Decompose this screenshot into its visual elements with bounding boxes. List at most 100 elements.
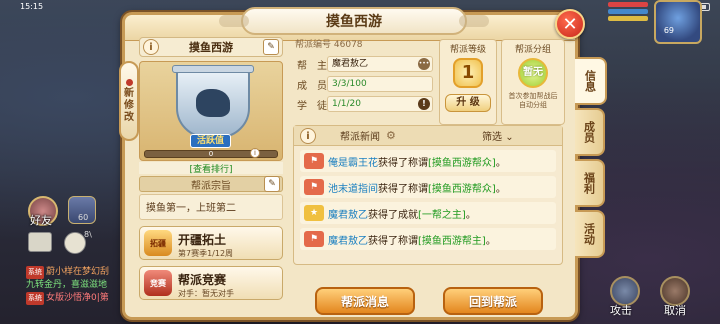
edit-creed-icon[interactable]: ✎ [264,176,280,192]
chat-area[interactable]: 系统 蔚小样在梦幻刮 九转金丹，喜滋滋地 系统 女版沙悟净0|第 [26,266,136,305]
feature-subtitle: 对手：暂无对手 [178,289,234,298]
members-value: 3/3/100 [327,76,433,92]
banner-flag-icon: ⚑ [304,231,324,247]
news-title-earned: [摸鱼西游帮众] [428,183,496,195]
members-label: 成 员 [297,80,327,92]
creed-header: 帮派宗旨 ✎ [139,176,283,192]
news-title-earned: [摸鱼西游帮主] [418,235,486,247]
news-filter-dropdown[interactable]: 筛选 ⌄ [482,128,514,143]
side-tabs: 信息 成员 福利 活动 [575,57,607,261]
banner-flag-icon: ⚑ [304,153,324,169]
apprentices-value: 1/1/20 ! [327,96,433,112]
news-end: 。 [485,235,496,247]
upgrade-button[interactable]: 升 级 [445,94,491,112]
guild-panel: 摸鱼西游 ✕ 新 修 改 i 摸鱼西游 ✎ 活跃值 0 i [查看排行] 帮派宗… [119,7,607,320]
news-item: ⚑ 俺是霸王花 获得了称谓 [摸鱼西游帮众] 。 [300,150,556,172]
group-note-line: 自动分组 [519,101,547,109]
friend-label: 好友 [30,214,52,227]
feature-title: 帮派竞赛 [178,273,227,287]
info-icon[interactable]: i [143,39,159,55]
guild-level-box: 帮派等级 1 升 级 [439,39,497,125]
guild-level-title: 帮派等级 [449,45,486,55]
alert-icon[interactable]: ! [418,98,430,110]
beast-emblem-icon [196,89,230,117]
tab-activities[interactable]: 活动 [575,210,605,258]
feature-title: 开疆拓土 [178,233,227,247]
title-banner: 摸鱼西游 [219,7,489,35]
creed-header-label: 帮派宗旨 [191,180,231,192]
leader-value: 魔君敖乙 ••• [327,56,433,72]
notification-dot-icon [125,78,133,86]
news-title-earned: [一帮之主] [418,209,466,221]
chat-bubble-icon[interactable]: ••• [418,58,430,70]
leader-label: 帮 主 [297,60,327,72]
guild-competition-card[interactable]: 竞赛 帮派竞赛 对手：暂无对手 [139,266,283,300]
return-to-guild-button[interactable]: 回到帮派 [443,287,543,315]
news-title-earned: [摸鱼西游帮众] [428,157,496,169]
status-time: 15:15 [20,2,44,11]
guild-news-panel: i 帮派新闻 ⚙ 筛选 ⌄ ⚑ 俺是霸王花 获得了称谓 [摸鱼西游帮众] 。 ⚑… [293,125,563,265]
guild-id-row: 帮派编号 46078 [293,37,433,53]
chat-tag: 系统 [26,266,44,279]
news-player[interactable]: 魔君敖乙 [328,232,368,247]
guild-message-button[interactable]: 帮派消息 [315,287,415,315]
guild-id-label: 帮派编号 [295,40,332,50]
expand-territory-card[interactable]: 拓疆 开疆拓土 第7赛季1/12周 [139,226,283,260]
chat-tag: 系统 [26,292,44,305]
new-tag-char: 改 [124,111,134,123]
chat-line: 九转金丹，喜滋滋地 [26,279,136,292]
panel-title: 摸鱼西游 [326,14,382,30]
creed-text: 摸鱼第一，上班第二 [139,194,283,220]
guild-group-box: 帮派分组 暂无 首次参加帮战后 自动分组 [501,39,565,125]
group-note-line: 首次参加帮战后 [508,92,558,100]
tab-info[interactable]: 信息 [575,57,607,105]
filter-label: 筛选 [482,132,502,143]
leader-row: 帮 主 魔君敖乙 ••• [293,55,433,73]
tab-members[interactable]: 成员 [575,108,605,156]
news-title: 帮派新闻 [340,132,380,143]
guild-name: 摸鱼西游 [189,41,233,54]
activity-label: 活跃值 [190,134,232,148]
activity-info-icon[interactable]: i [250,148,260,158]
new-update-tag[interactable]: 新 修 改 [119,61,139,141]
hud-status-bars [608,2,648,23]
news-item: ★ 魔君敖乙 获得了成就 [一帮之主] 。 [300,202,556,224]
banner-flag-icon: ⚑ [304,179,324,195]
view-ranking-link[interactable]: [查看排行] [139,162,283,175]
guild-level-value: 1 [453,58,483,88]
guild-group-title: 帮派分组 [514,45,551,55]
microphone-icon[interactable] [64,232,86,254]
news-header: i 帮派新闻 ⚙ 筛选 ⌄ [294,126,562,146]
guild-banner-icon [172,65,254,138]
tab-welfare[interactable]: 福利 [575,159,605,207]
news-action: 获得了称谓 [378,157,428,169]
leader-name: 魔君敖乙 [332,59,369,69]
close-button[interactable]: ✕ [555,9,585,39]
apprentices-row: 学 徒 1/1/20 ! [293,95,433,113]
news-player[interactable]: 魔君敖乙 [328,206,368,221]
news-player[interactable]: 池末道指间 [328,180,378,195]
territory-icon: 拓疆 [144,230,172,256]
edit-name-icon[interactable]: ✎ [263,39,279,55]
guild-details: 帮派编号 46078 帮 主 魔君敖乙 ••• 成 员 3/3/100 学 徒 … [293,37,433,113]
mail-icon[interactable] [28,232,52,252]
news-item: ⚑ 池末道指间 获得了称谓 [摸鱼西游帮众] 。 [300,176,556,198]
new-tag-char: 新 [124,87,134,99]
news-info-icon[interactable]: i [300,128,316,144]
achievement-star-icon: ★ [304,205,324,221]
group-note: 首次参加帮战后 自动分组 [502,92,564,110]
news-item: ⚑ 魔君敖乙 获得了称谓 [摸鱼西游帮主] 。 [300,228,556,250]
hero-level: 69 [663,26,674,35]
pet-level-label: 60 [78,213,89,222]
hero-portrait-icon[interactable] [654,0,702,44]
news-end: 。 [495,183,506,195]
news-settings-gear-icon[interactable]: ⚙ [386,129,396,142]
news-action: 获得了称谓 [368,235,418,247]
chevron-down-icon: ⌄ [505,132,514,143]
group-badge: 暂无 [518,58,548,88]
new-tag-char: 修 [124,99,134,111]
apprentices-label: 学 徒 [297,100,327,112]
guild-emblem-box: 活跃值 0 i [139,61,283,161]
chat-text: 九转金丹，喜滋滋地 [26,280,108,290]
news-player[interactable]: 俺是霸王花 [328,154,378,169]
